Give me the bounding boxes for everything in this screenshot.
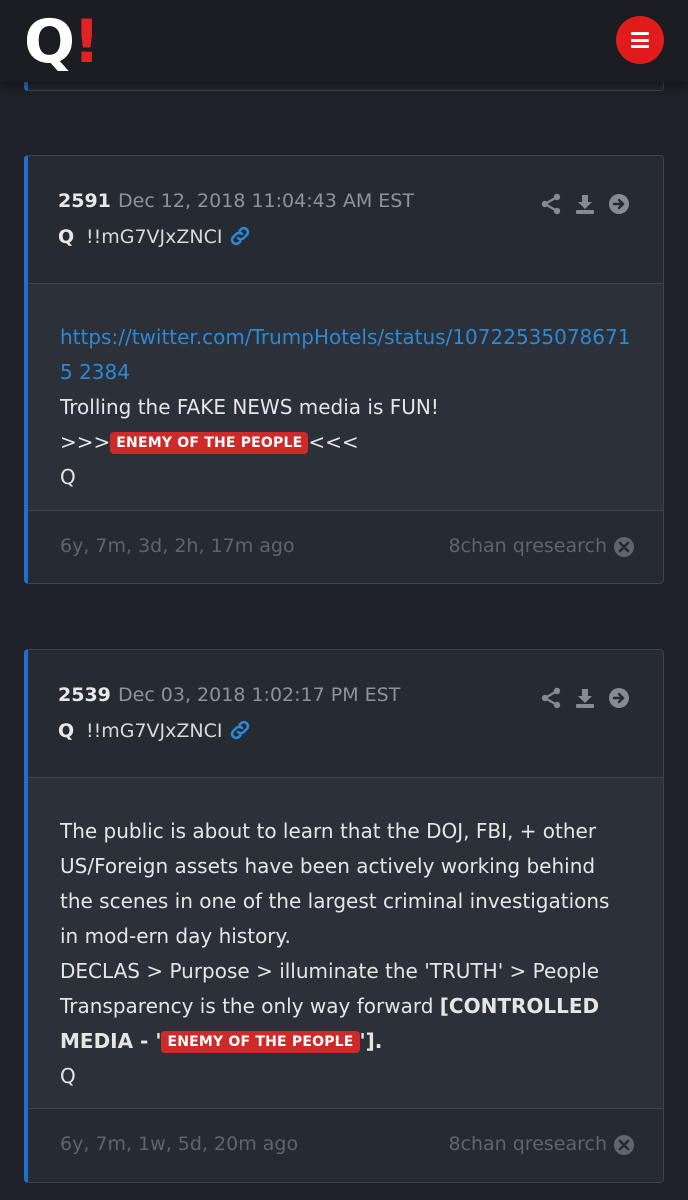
post-source[interactable]: 8chan qresearch [448,535,607,557]
post-signature: Q [60,465,76,489]
post-text: Transparency is the only way forward [60,994,440,1018]
post-author: Q [58,226,75,248]
post-link[interactable]: https://twitter.com/TrumpHotels/status/1… [60,325,630,384]
post-number: 2539 [58,684,111,706]
post-header: 2591 Dec 12, 2018 11:04:43 AM EST Q !!mG… [28,156,663,284]
post-actions [539,686,631,710]
post-card: 2539 Dec 03, 2018 1:02:17 PM EST Q !!mG7… [24,649,664,1183]
post-body: https://twitter.com/TrumpHotels/status/1… [28,284,663,510]
post-age: 6y, 7m, 3d, 2h, 17m ago [60,535,295,557]
post-line: Trolling the FAKE NEWS media is FUN! [60,395,439,419]
post-suffix: <<< [308,430,359,454]
share-icon[interactable] [539,192,563,216]
post-signature: Q [60,1064,76,1088]
top-bar: Q! [0,0,688,82]
close-icon[interactable] [613,536,635,558]
post-card: 2591 Dec 12, 2018 11:04:43 AM EST Q !!mG… [24,155,664,584]
enemy-tag: ENEMY OF THE PEOPLE [161,1031,360,1053]
link-icon[interactable] [228,718,252,742]
post-footer: 6y, 7m, 3d, 2h, 17m ago 8chan qresearch [28,510,663,583]
share-icon[interactable] [539,686,563,710]
post-date: Dec 03, 2018 1:02:17 PM EST [118,684,401,706]
download-icon[interactable] [573,686,597,710]
post-actions [539,192,631,216]
post-footer: 6y, 7m, 1w, 5d, 20m ago 8chan qresearch [28,1108,663,1182]
close-icon[interactable] [613,1134,635,1156]
link-icon[interactable] [228,224,252,248]
post-tripcode: !!mG7VJxZNCI [86,720,223,742]
post-tripcode: !!mG7VJxZNCI [86,226,223,248]
download-icon[interactable] [573,192,597,216]
post-body: The public is about to learn that the DO… [28,778,663,1108]
arrow-right-circle-icon[interactable] [607,686,631,710]
logo[interactable]: Q! [24,12,100,72]
logo-mark: ! [73,7,101,77]
post-paragraph: The public is about to learn that the DO… [60,819,610,948]
post-bold-text: ']. [359,1029,383,1053]
post-date: Dec 12, 2018 11:04:43 AM EST [118,190,414,212]
post-source[interactable]: 8chan qresearch [448,1133,607,1155]
post-header: 2539 Dec 03, 2018 1:02:17 PM EST Q !!mG7… [28,650,663,778]
logo-letter: Q [24,7,75,77]
enemy-tag: ENEMY OF THE PEOPLE [110,432,309,454]
arrow-right-circle-icon[interactable] [607,192,631,216]
menu-button[interactable] [616,16,664,64]
post-line: >>> ENEMY OF THE PEOPLE <<< [60,425,631,460]
post-number: 2591 [58,190,111,212]
post-age: 6y, 7m, 1w, 5d, 20m ago [60,1133,299,1155]
post-prefix: >>> [60,430,111,454]
hamburger-icon [631,32,649,48]
post-line: Transparency is the only way forward [CO… [60,989,631,1059]
post-author: Q [58,720,75,742]
post-line: DECLAS > Purpose > illuminate the 'TRUTH… [60,959,600,983]
